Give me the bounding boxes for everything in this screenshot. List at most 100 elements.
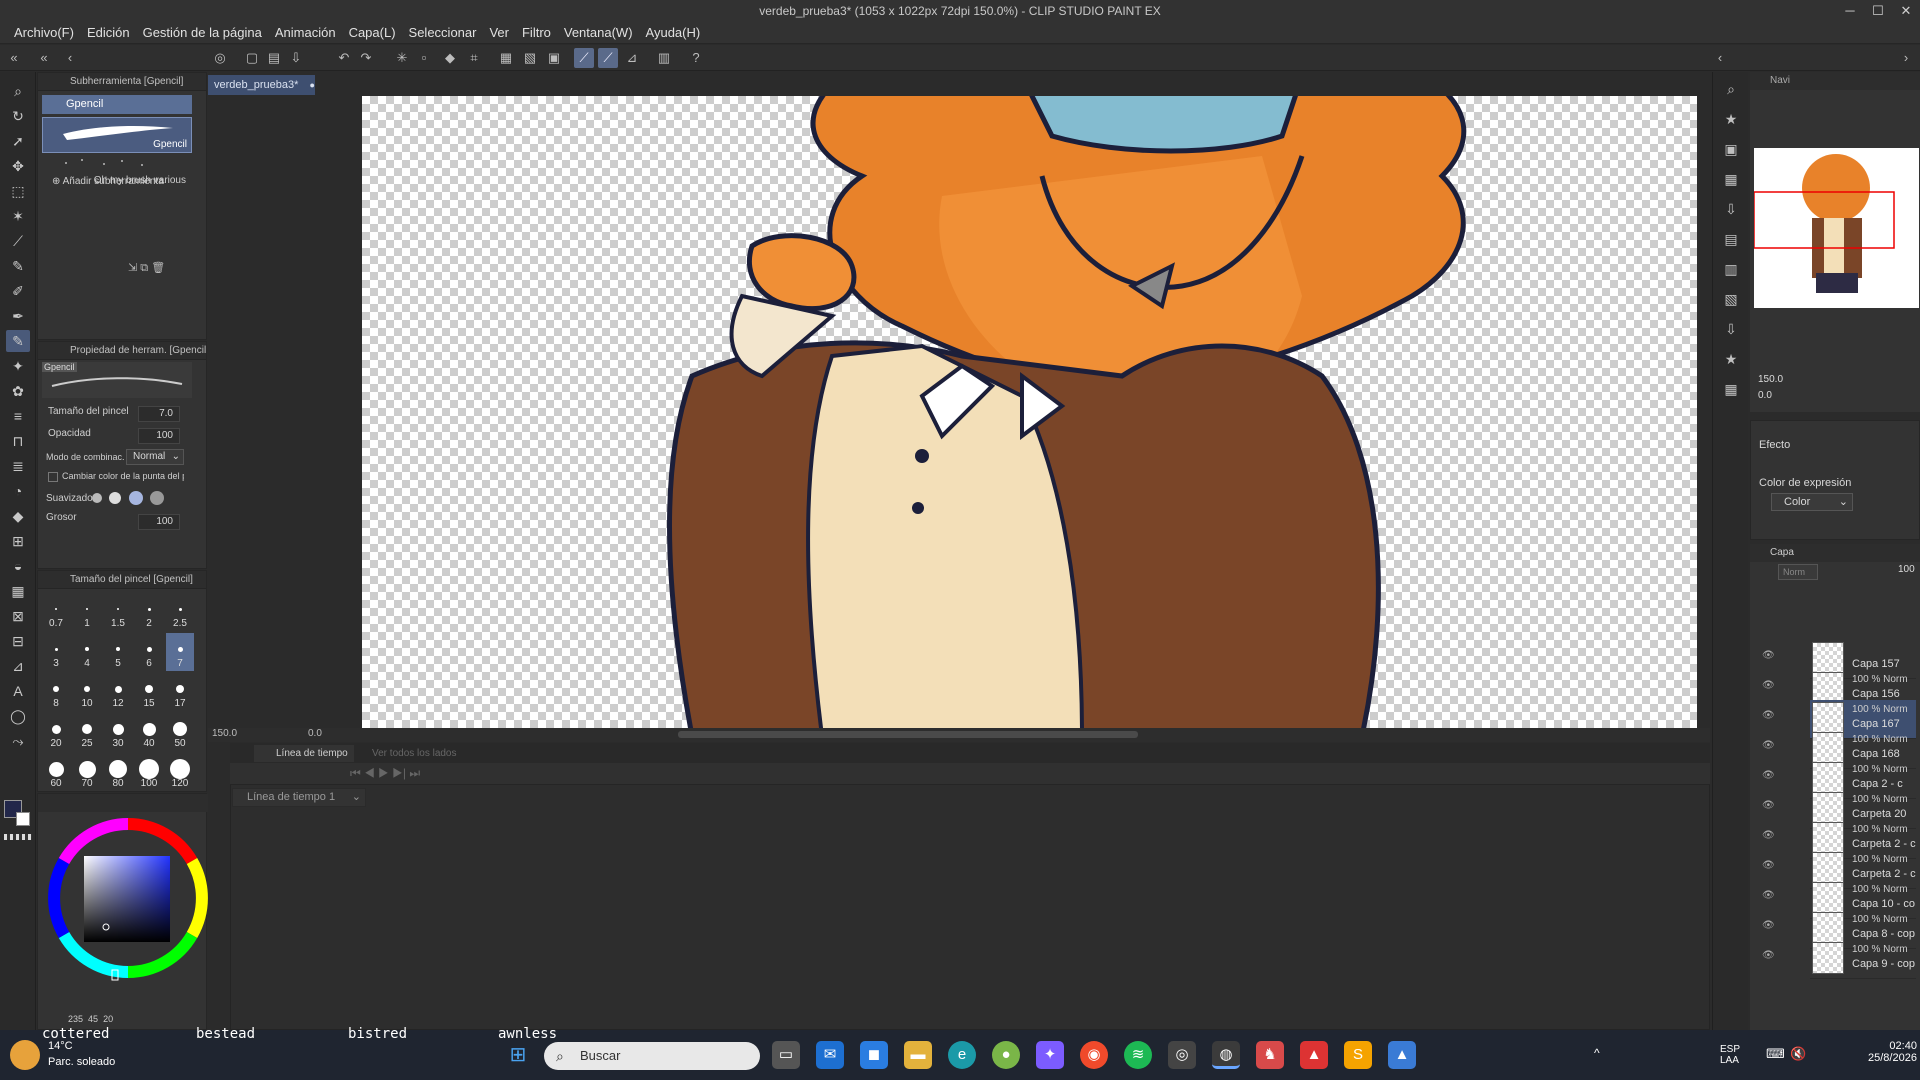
eraser-tool-icon[interactable]: ◆ bbox=[6, 505, 30, 527]
pen-tool-icon[interactable]: ✎ bbox=[6, 255, 30, 277]
canvas-zoom-value[interactable]: 150.0 bbox=[212, 728, 237, 739]
decoration-tool-icon[interactable]: ✿ bbox=[6, 380, 30, 402]
brush-size-option[interactable]: 2.5 bbox=[166, 593, 194, 631]
subtool-brush-item[interactable]: Oh my brush various bbox=[42, 155, 192, 195]
undo-icon[interactable]: ↶ bbox=[334, 48, 354, 68]
clip-studio-paint-taskbar-icon[interactable]: ◍ bbox=[1212, 1041, 1240, 1069]
trash-icon[interactable]: 🗑 bbox=[151, 262, 165, 274]
menu-archivo[interactable]: Archivo(F) bbox=[14, 22, 87, 44]
layer-visibility-icon[interactable]: 👁 bbox=[1762, 920, 1775, 931]
tab-timeline[interactable]: Línea de tiempo bbox=[254, 745, 354, 762]
brush-size-option[interactable]: 100 bbox=[135, 753, 163, 791]
outlook-icon[interactable]: ✉ bbox=[816, 1041, 844, 1069]
menu-edicion[interactable]: Edición bbox=[87, 22, 143, 44]
maximize-button[interactable]: ☐ bbox=[1864, 0, 1892, 22]
frame-border-icon[interactable]: ⊟ bbox=[6, 630, 30, 652]
hatch-tool-icon[interactable]: ≣ bbox=[6, 455, 30, 477]
blend-mode-select[interactable]: Normal ⌄ bbox=[126, 449, 184, 465]
loading-icon[interactable]: ✳ bbox=[392, 48, 412, 68]
book-icon[interactable]: ▥ bbox=[654, 48, 674, 68]
brush-size-option[interactable]: 1 bbox=[73, 593, 101, 631]
canvas-horizontal-scrollbar[interactable] bbox=[678, 731, 1138, 738]
layer-visibility-icon[interactable]: 👁 bbox=[1762, 650, 1775, 661]
windows-start-icon[interactable]: ⊞ bbox=[504, 1041, 532, 1069]
layer-opacity[interactable]: 100 bbox=[1898, 564, 1915, 575]
layer-visibility-icon[interactable]: 👁 bbox=[1762, 710, 1775, 721]
material-icon-2[interactable]: ▦ bbox=[1719, 168, 1743, 190]
brush-size-field[interactable]: 7.0 bbox=[138, 406, 180, 422]
brush-size-option[interactable]: 7 bbox=[166, 633, 194, 671]
blend-tool-icon[interactable]: ◔ bbox=[6, 480, 30, 502]
layer-visibility-icon[interactable]: 👁 bbox=[1762, 800, 1775, 811]
ruler-tool-icon[interactable]: ⊿ bbox=[6, 655, 30, 677]
clip-studio-taskbar-icon[interactable]: ◎ bbox=[1168, 1041, 1196, 1069]
brush-size-option[interactable]: 10 bbox=[73, 673, 101, 711]
brush-size-option[interactable]: 25 bbox=[73, 713, 101, 751]
move-tool-icon[interactable]: ✥ bbox=[6, 155, 30, 177]
file-explorer-icon[interactable]: ▬ bbox=[904, 1041, 932, 1069]
clock[interactable]: 02:40 25/8/2026 bbox=[1868, 1040, 1917, 1064]
gradient-tool-icon[interactable]: ▦ bbox=[6, 580, 30, 602]
smoothing-options[interactable] bbox=[90, 489, 182, 507]
menu-ventana[interactable]: Ventana(W) bbox=[564, 22, 646, 44]
chevron-left-icon-right[interactable]: ‹ bbox=[1710, 48, 1730, 68]
brush-size-option[interactable]: 6 bbox=[135, 633, 163, 671]
figure-tool-icon[interactable]: ⊠ bbox=[6, 605, 30, 627]
menu-capa[interactable]: Capa(L) bbox=[349, 22, 409, 44]
navigator-tab[interactable]: Navi bbox=[1770, 75, 1790, 86]
snap-grid-icon[interactable]: ⊿ bbox=[622, 48, 642, 68]
opacity-field[interactable]: 100 bbox=[138, 428, 180, 444]
brush-size-option[interactable]: 12 bbox=[104, 673, 132, 711]
subtool-group-gpencil[interactable]: Gpencil bbox=[42, 95, 192, 114]
transparent-color-swatch[interactable] bbox=[4, 834, 32, 840]
transform-icon[interactable]: ⌗ bbox=[464, 48, 484, 68]
brush-tool-icon[interactable]: ✒ bbox=[6, 305, 30, 327]
material-icon[interactable]: ▣ bbox=[1719, 138, 1743, 160]
object-tool-icon[interactable]: ➚ bbox=[6, 130, 30, 152]
brush-size-option[interactable]: 15 bbox=[135, 673, 163, 711]
brush-size-option[interactable]: 2 bbox=[135, 593, 163, 631]
brush-size-option[interactable]: 4 bbox=[73, 633, 101, 671]
balloon-tool-icon[interactable]: ◯ bbox=[6, 705, 30, 727]
navigator-angle[interactable]: 0.0 bbox=[1758, 390, 1772, 401]
menu-filtro[interactable]: Filtro bbox=[522, 22, 564, 44]
volume-icon[interactable]: 🔇 bbox=[1790, 1046, 1806, 1062]
brush-size-option[interactable]: 40 bbox=[135, 713, 163, 751]
close-button[interactable]: ✕ bbox=[1892, 0, 1920, 22]
layer-tab[interactable]: Capa bbox=[1770, 547, 1794, 558]
airbrush-tool-icon[interactable]: ✦ bbox=[6, 355, 30, 377]
snap-ruler-icon[interactable]: ⟋ bbox=[574, 48, 594, 68]
new-file-icon[interactable]: ▢ bbox=[242, 48, 262, 68]
material-icon-8[interactable]: ★ bbox=[1719, 348, 1743, 370]
brush-size-option[interactable]: 60 bbox=[42, 753, 70, 791]
brush-size-option[interactable]: 20 bbox=[42, 713, 70, 751]
brush-size-option[interactable]: 0.7 bbox=[42, 593, 70, 631]
rotate-tool-icon[interactable]: ↻ bbox=[6, 105, 30, 127]
close-tab-icon[interactable]: ● bbox=[309, 80, 314, 90]
clip-studio-icon[interactable]: ◎ bbox=[210, 48, 230, 68]
layer-visibility-icon[interactable]: 👁 bbox=[1762, 770, 1775, 781]
zoom-tool-icon[interactable]: ⌕ bbox=[6, 80, 30, 102]
lines-tool-icon[interactable]: ≡ bbox=[6, 405, 30, 427]
gpencil-tool-icon[interactable]: ✎ bbox=[6, 330, 30, 352]
expression-color-select[interactable]: Color ⌄ bbox=[1771, 493, 1853, 511]
sublime-icon[interactable]: S bbox=[1344, 1041, 1372, 1069]
brush-size-option[interactable]: 17 bbox=[166, 673, 194, 711]
chevron-left-icon[interactable]: ‹ bbox=[60, 48, 80, 68]
copy-icon[interactable]: ⧉ bbox=[140, 262, 151, 274]
document-tab[interactable]: verdeb_prueba3* ● bbox=[208, 75, 315, 95]
smoothing-option-2[interactable] bbox=[109, 492, 122, 504]
eyedropper-icon[interactable]: ⟋ bbox=[6, 230, 30, 252]
layer-visibility-icon[interactable]: 👁 bbox=[1762, 890, 1775, 901]
add-subtool-button[interactable]: ⊕ Añadir subherramienta bbox=[52, 176, 164, 187]
material-star-icon[interactable]: ★ bbox=[1719, 108, 1743, 130]
network-icon[interactable]: ⌨ bbox=[1766, 1046, 1785, 1062]
brush-size-option[interactable]: 1.5 bbox=[104, 593, 132, 631]
help-icon[interactable]: ? bbox=[686, 48, 706, 68]
snap-special-ruler-icon[interactable]: ⟋ bbox=[598, 48, 618, 68]
sub-color-swatch[interactable] bbox=[16, 812, 30, 826]
app-icon-red[interactable]: ▲ bbox=[1300, 1041, 1328, 1069]
brush-size-option[interactable]: 80 bbox=[104, 753, 132, 791]
color-wheel[interactable] bbox=[44, 814, 212, 982]
game-app-icon[interactable]: ♞ bbox=[1256, 1041, 1284, 1069]
